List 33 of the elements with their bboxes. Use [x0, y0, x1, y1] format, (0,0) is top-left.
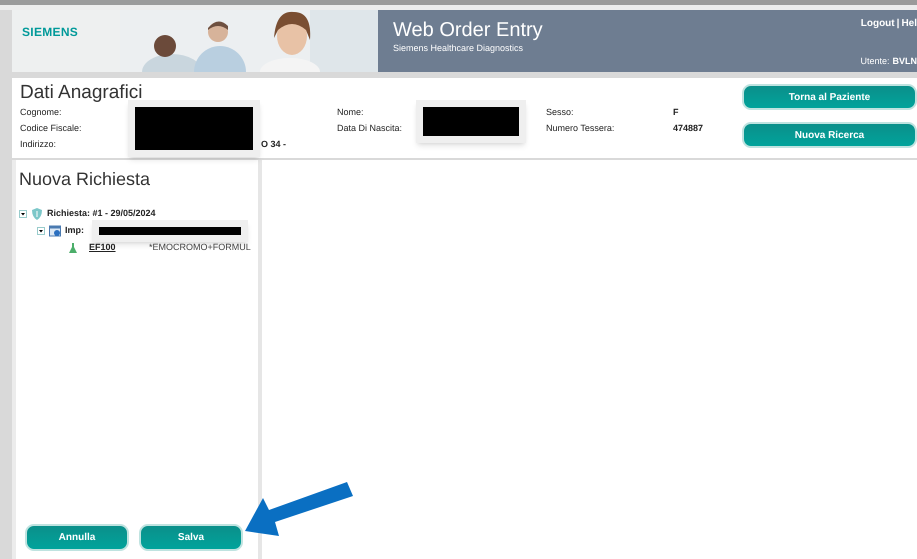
- app-subtitle: Siemens Healthcare Diagnostics: [393, 42, 524, 55]
- toggle-icon[interactable]: [37, 226, 45, 234]
- toggle-icon[interactable]: [19, 210, 27, 218]
- user-name: BVLN: [892, 54, 917, 68]
- app-title: Web Order Entry: [393, 18, 543, 42]
- action-button[interactable]: Salva: [139, 524, 243, 551]
- field-value: F: [673, 106, 678, 119]
- field-label: Data Di Nascita:: [337, 122, 404, 135]
- field-label: Numero Tessera:: [546, 122, 616, 135]
- field-value: 474887: [673, 122, 704, 135]
- field-label: Nome:: [337, 106, 365, 119]
- logo: SIEMENS: [22, 24, 78, 41]
- separator: |: [896, 17, 900, 31]
- field-label: Cognome:: [20, 106, 63, 119]
- tree-node-label[interactable]: Richiesta: #1 - 29/05/2024: [47, 205, 156, 222]
- header-link[interactable]: Logout: [860, 16, 895, 31]
- shield-icon: [31, 208, 43, 220]
- field-label: Codice Fiscale:: [20, 122, 83, 135]
- test-code-link[interactable]: EF100: [89, 239, 145, 256]
- field-label: Sesso:: [546, 106, 575, 119]
- field-value: O 34 -: [261, 138, 286, 151]
- flask-icon: [67, 242, 79, 254]
- window-icon: [49, 224, 61, 236]
- tree-node-label[interactable]: Imp:: [65, 222, 84, 239]
- section-title: Dati Anagrafici: [20, 82, 144, 104]
- header-link[interactable]: Hel: [901, 16, 917, 31]
- test-description: *EMOCROMO+FORMUL: [149, 241, 251, 254]
- field-label: Indirizzo:: [20, 138, 58, 151]
- user-label: Utente:: [860, 54, 890, 68]
- action-button[interactable]: Torna al Paziente: [742, 84, 917, 110]
- action-button[interactable]: Annulla: [25, 524, 129, 551]
- section-title: Nuova Richiesta: [18, 168, 152, 190]
- action-button[interactable]: Nuova Ricerca: [742, 122, 917, 148]
